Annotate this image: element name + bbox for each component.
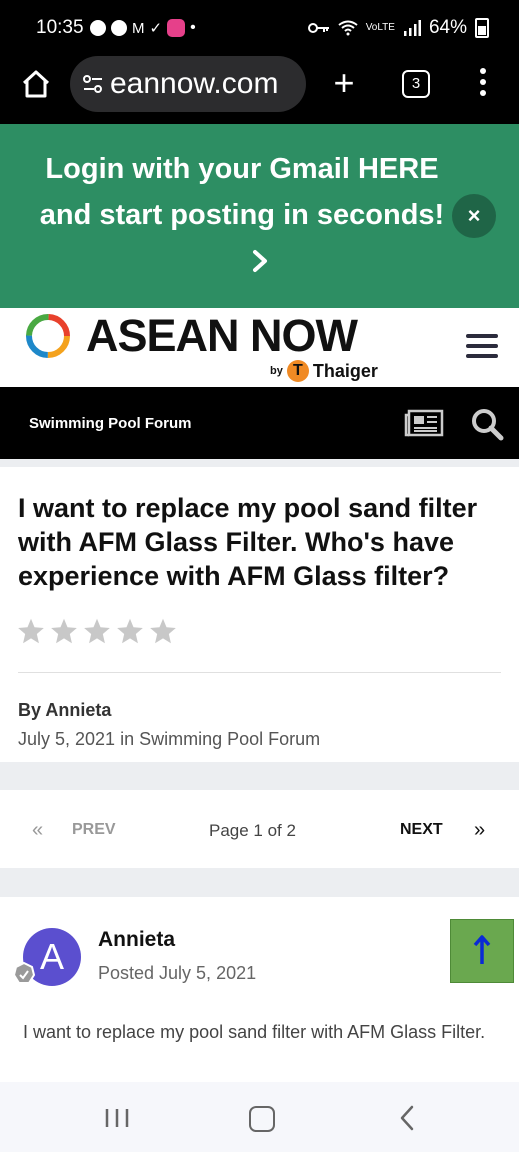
browser-toolbar: eannow.com + 3 (0, 56, 519, 124)
home-nav-icon[interactable] (249, 1106, 275, 1132)
by-text: by (270, 365, 283, 377)
forum-navbar: Swimming Pool Forum (0, 387, 519, 459)
dot-icon: • (190, 19, 196, 36)
account-icon (90, 20, 106, 36)
site-settings-icon[interactable] (82, 73, 104, 95)
page-indicator[interactable]: Page 1 of 2 (209, 821, 296, 841)
wifi-icon (338, 20, 358, 36)
banner-line-1: Login with your Gmail HERE (45, 153, 439, 185)
app-icon (167, 19, 186, 37)
rating-stars[interactable] (17, 617, 177, 645)
more-menu-icon[interactable] (478, 68, 488, 100)
home-icon[interactable] (20, 68, 52, 100)
post-body: I want to replace my pool sand filter wi… (23, 1022, 486, 1042)
back-icon[interactable] (398, 1104, 416, 1132)
battery-icon (475, 18, 489, 38)
notification-icons: M ✓ • (90, 19, 196, 37)
system-icons: VoLTE 64% (307, 17, 489, 39)
newspaper-icon[interactable] (404, 409, 444, 437)
next-page-button[interactable]: NEXT (400, 821, 443, 839)
asean-now-logo-icon[interactable] (24, 312, 72, 360)
key-icon (307, 23, 329, 33)
prev-page-button[interactable]: PREV (72, 821, 116, 839)
signal-icon (403, 20, 421, 36)
url-bar[interactable]: eannow.com (70, 56, 306, 112)
gmail-icon: M (132, 19, 145, 37)
topic-date-forum: July 5, 2021 in Swimming Pool Forum (18, 729, 321, 749)
prev-arrow-icon: « (32, 819, 44, 841)
banner-line-2: and start posting in seconds! (39, 199, 445, 231)
post-date: Posted July 5, 2021 (98, 963, 257, 983)
account-icon (111, 20, 127, 36)
site-header: ASEAN NOW by T Thaiger (0, 308, 519, 387)
post-card: A Annieta Posted July 5, 2021 I want to … (0, 897, 519, 1082)
topic-author[interactable]: By Annieta (18, 700, 111, 721)
member-badge-icon (12, 962, 36, 984)
page-content: I want to replace my pool sand filter wi… (0, 459, 519, 1082)
tab-switcher-button[interactable]: 3 (402, 70, 430, 98)
banner-text[interactable]: Login with your Gmail HERE and start pos… (0, 146, 484, 238)
close-banner-button[interactable]: × (452, 194, 496, 238)
star-icon[interactable] (149, 617, 177, 645)
star-icon[interactable] (50, 617, 78, 645)
site-logo-text[interactable]: ASEAN NOW (86, 310, 358, 362)
thaiger-logo-icon: T (286, 360, 309, 382)
forum-title[interactable]: Swimming Pool Forum (29, 415, 192, 432)
pagination: « PREV Page 1 of 2 NEXT » (0, 790, 519, 868)
post-author[interactable]: Annieta (98, 928, 175, 952)
scroll-to-top-button[interactable] (450, 919, 514, 983)
search-icon[interactable] (470, 407, 504, 441)
partner-name: Thaiger (312, 360, 378, 381)
next-arrow-icon[interactable]: » (474, 819, 485, 842)
battery-percent: 64% (428, 17, 467, 38)
star-icon[interactable] (17, 617, 45, 645)
status-time: 10:35 (36, 17, 84, 38)
topic-header: I want to replace my pool sand filter wi… (0, 467, 519, 762)
url-text[interactable]: eannow.com (110, 67, 278, 101)
topic-title: I want to replace my pool sand filter wi… (18, 493, 478, 591)
divider (18, 672, 501, 673)
check-icon: ✓ (149, 20, 163, 37)
hamburger-menu-icon[interactable] (466, 334, 498, 360)
system-navigation-bar (0, 1082, 519, 1152)
partner-line: by T Thaiger (270, 360, 378, 382)
star-icon[interactable] (83, 617, 111, 645)
status-bar: 10:35 M ✓ • VoLTE 64% (0, 0, 519, 56)
network-type: VoLTE (365, 22, 395, 33)
chevron-right-icon[interactable] (248, 246, 274, 276)
new-tab-button[interactable]: + (328, 62, 360, 104)
recents-icon[interactable] (104, 1108, 130, 1128)
star-icon[interactable] (116, 617, 144, 645)
login-banner[interactable]: Login with your Gmail HERE and start pos… (0, 124, 519, 308)
